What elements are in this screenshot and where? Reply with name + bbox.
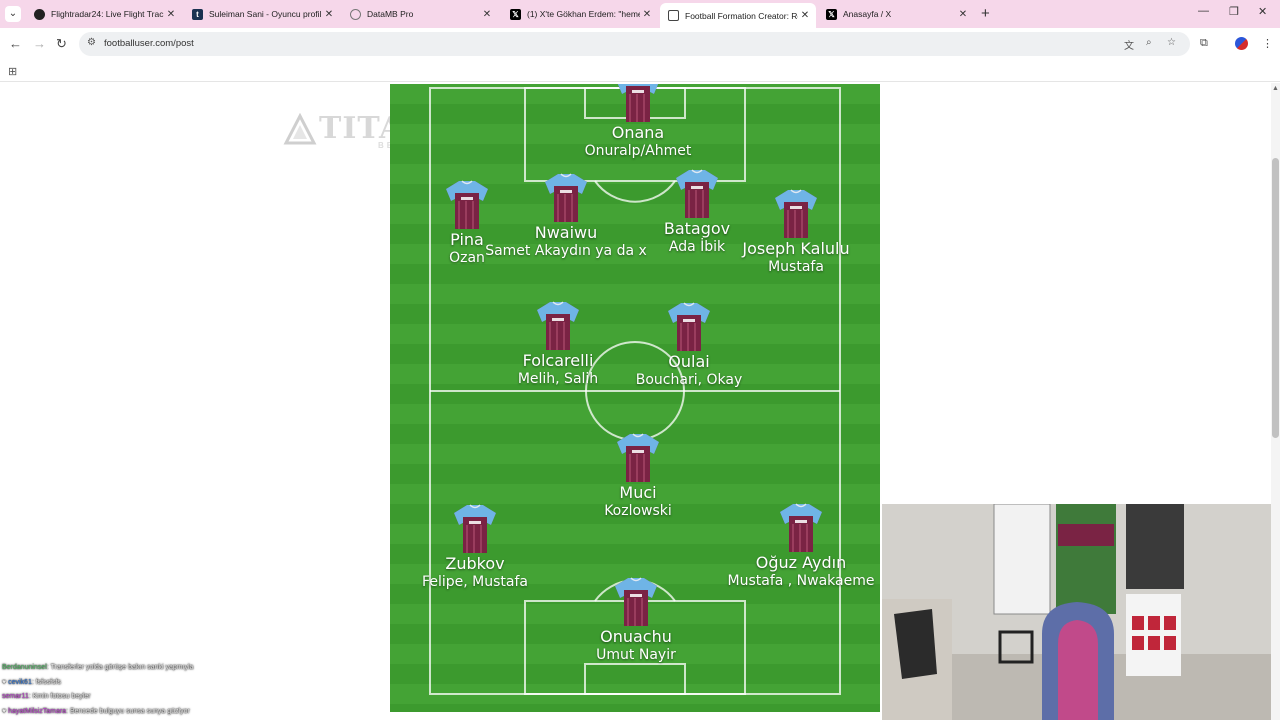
apps-grid-icon[interactable]: ⊞ bbox=[8, 65, 17, 78]
player-card[interactable]: Joseph Kalulu Mustafa bbox=[696, 188, 880, 276]
x-icon: 𝕏 bbox=[826, 8, 837, 20]
player-alternatives: Mustafa bbox=[768, 259, 824, 275]
jersey-icon bbox=[701, 502, 880, 554]
jersey-icon bbox=[538, 84, 738, 124]
close-icon[interactable]: ✕ bbox=[164, 9, 178, 20]
chat-text: : Bencede bulguyu sunsa sunya güzlyor bbox=[66, 707, 190, 715]
close-icon[interactable]: ✕ bbox=[798, 10, 812, 21]
profile-avatar[interactable] bbox=[1235, 37, 1248, 50]
player-card[interactable]: Onana Onuralp/Ahmet bbox=[538, 84, 738, 160]
back-icon[interactable]: ← bbox=[9, 36, 22, 51]
tab-x-home[interactable]: 𝕏 Anasayfa / X ✕ bbox=[818, 3, 974, 25]
jersey-icon bbox=[696, 188, 880, 240]
chat-message: Berdanuninsel: Transferler yolda görüşe … bbox=[2, 661, 262, 676]
jersey-icon bbox=[390, 503, 575, 555]
tab-datamb[interactable]: DataMB Pro ✕ bbox=[342, 3, 498, 25]
jersey-icon bbox=[536, 576, 736, 628]
tab-title: (1) X'te Gökhan Erdem: "hemen bbox=[527, 9, 640, 19]
close-icon[interactable]: ✕ bbox=[322, 9, 336, 20]
x-icon: 𝕏 bbox=[510, 8, 521, 20]
forward-icon[interactable]: → bbox=[33, 36, 46, 51]
chat-user: Berdanuninsel bbox=[2, 664, 47, 671]
tab-transfermarkt[interactable]: t Suleiman Sani - Oyuncu profili ✕ bbox=[184, 3, 340, 25]
tab-formation-creator[interactable]: Football Formation Creator: Re ✕ bbox=[660, 3, 816, 28]
close-icon[interactable]: ✕ bbox=[956, 9, 970, 20]
chat-message: ♥ cevik61: fsfssfsfs bbox=[2, 678, 62, 686]
new-tab-button[interactable]: + bbox=[981, 5, 990, 22]
tab-title: DataMB Pro bbox=[367, 9, 414, 19]
player-name: Onana bbox=[611, 123, 665, 142]
chat-text: : Kmin fotosu beyler bbox=[28, 693, 91, 700]
extensions-icon[interactable]: ⧉ bbox=[1200, 37, 1208, 50]
webcam-scene bbox=[882, 504, 1280, 720]
tab-title: Football Formation Creator: Re bbox=[685, 10, 798, 21]
chat-user: cevik61 bbox=[8, 678, 32, 686]
minimize-icon[interactable]: — bbox=[1198, 5, 1209, 17]
tab-title: Suleiman Sani - Oyuncu profili bbox=[209, 9, 322, 19]
tab-strip: ⌄ Flightradar24: Live Flight Tracker ✕ t… bbox=[0, 0, 1280, 28]
player-name: Onuachu bbox=[600, 627, 672, 646]
chat-message: ♥ hayatMilsizTamara: Bencede bulguyu sun… bbox=[2, 707, 190, 715]
radar-icon bbox=[34, 8, 45, 20]
tab-title: Flightradar24: Live Flight Tracker bbox=[51, 9, 164, 19]
player-alternatives: Onuralp/Ahmet bbox=[584, 143, 692, 159]
zoom-icon[interactable]: ⌕ bbox=[1146, 37, 1152, 48]
chat-user: hayatMilsizTamara bbox=[8, 707, 67, 715]
player-name: Oulai bbox=[668, 352, 710, 371]
chat-text: : fsfssfsfs bbox=[31, 678, 62, 686]
tab-x-post[interactable]: 𝕏 (1) X'te Gökhan Erdem: "hemen ✕ bbox=[502, 3, 658, 25]
restore-icon[interactable]: ❐ bbox=[1229, 5, 1239, 18]
jersey-icon bbox=[538, 432, 738, 484]
player-name: Muci bbox=[619, 483, 657, 502]
webcam-overlay bbox=[882, 504, 1280, 720]
transfermarkt-icon: t bbox=[192, 8, 203, 20]
close-window-icon[interactable]: ✕ bbox=[1258, 5, 1267, 18]
tab-flightradar[interactable]: Flightradar24: Live Flight Tracker ✕ bbox=[26, 3, 182, 25]
jersey-icon bbox=[589, 301, 789, 353]
tab-title: Anasayfa / X bbox=[843, 9, 892, 19]
page-scrollbar[interactable]: ▲ bbox=[1271, 83, 1280, 720]
toolbar: ← → ↻ ⚙ footballuser.com/post 文 ⌕ ☆ ⧉ ⋮ bbox=[0, 28, 1280, 60]
scroll-thumb[interactable] bbox=[1272, 158, 1279, 438]
chat-message: semar11: Kmin fotosu beyler bbox=[2, 690, 262, 705]
bookmarks-bar: ⊞ bbox=[0, 60, 1280, 82]
stream-chat-overlay: Berdanuninsel: Transferler yolda görüşe … bbox=[2, 661, 262, 719]
chat-user: semar11 bbox=[2, 693, 29, 700]
close-icon[interactable]: ✕ bbox=[480, 9, 494, 20]
tab-search-icon[interactable]: ⌄ bbox=[5, 6, 21, 22]
reload-icon[interactable]: ↻ bbox=[56, 36, 67, 52]
logo-mark-icon bbox=[283, 113, 317, 145]
player-name: Zubkov bbox=[445, 554, 505, 573]
address-bar[interactable]: ⚙ footballuser.com/post 文 ⌕ ☆ bbox=[79, 32, 1190, 56]
formation-icon bbox=[668, 10, 679, 21]
site-info-icon[interactable]: ⚙ bbox=[87, 37, 96, 48]
menu-icon[interactable]: ⋮ bbox=[1262, 37, 1273, 50]
translate-icon[interactable]: 文 bbox=[1124, 37, 1134, 52]
player-name: Joseph Kalulu bbox=[742, 239, 850, 258]
player-card[interactable]: Onuachu Umut Nayir bbox=[536, 576, 736, 664]
player-card[interactable]: Oulai Bouchari, Okay bbox=[589, 301, 789, 389]
datamb-icon bbox=[350, 8, 361, 20]
close-icon[interactable]: ✕ bbox=[640, 9, 654, 20]
bookmark-star-icon[interactable]: ☆ bbox=[1167, 37, 1176, 48]
chat-text: : Transferler yolda görüşe bakın sanki y… bbox=[46, 664, 194, 671]
player-alternatives: Bouchari, Okay bbox=[635, 372, 743, 388]
player-name: Oğuz Aydın bbox=[755, 553, 847, 572]
page-content: TITAN BEAT OnanaOnuralp/AhmetPinaOzanNwa… bbox=[0, 83, 1280, 720]
url-text[interactable]: footballuser.com/post bbox=[104, 38, 194, 49]
scroll-up-icon[interactable]: ▲ bbox=[1272, 85, 1279, 92]
formation-pitch: Onana Onuralp/Ahmet Pina Ozan Nwaiwu Samet Ak… bbox=[390, 84, 880, 712]
player-alternatives: Umut Nayir bbox=[596, 647, 676, 663]
